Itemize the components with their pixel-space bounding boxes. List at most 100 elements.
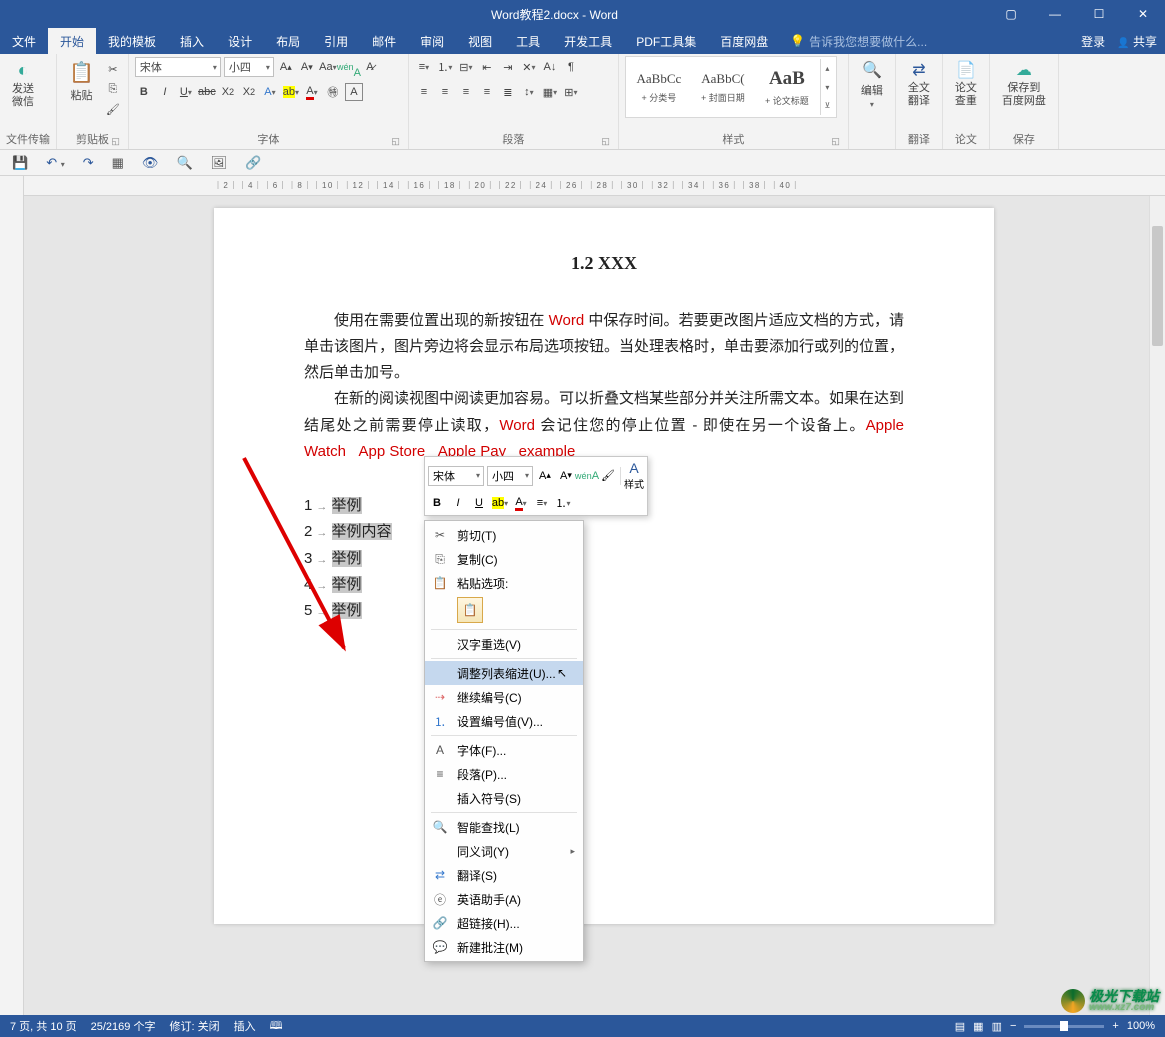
qat-table[interactable]: ▦ bbox=[112, 155, 124, 171]
clear-formatting-button[interactable]: A̷ bbox=[361, 58, 379, 76]
tab-home[interactable]: 开始 bbox=[48, 28, 96, 54]
change-case-button[interactable]: Aa▾ bbox=[319, 58, 337, 76]
ctx-insert-symbol[interactable]: 插入符号(S) bbox=[425, 786, 583, 810]
tab-references[interactable]: 引用 bbox=[312, 28, 360, 54]
ctx-hanzi-reselect[interactable]: 汉字重选(V) bbox=[425, 632, 583, 656]
text-effects-button[interactable]: A▾ bbox=[261, 83, 279, 101]
mini-font-color[interactable]: A▾ bbox=[512, 494, 530, 512]
tab-tools[interactable]: 工具 bbox=[504, 28, 552, 54]
send-to-wechat-button[interactable]: ◐ 发送 微信 bbox=[6, 56, 40, 113]
mini-underline[interactable]: U bbox=[470, 494, 488, 512]
tab-file[interactable]: 文件 bbox=[0, 28, 48, 54]
multilevel-list-button[interactable]: ⊟▾ bbox=[457, 58, 475, 76]
superscript-button[interactable]: X2 bbox=[240, 83, 258, 101]
align-center-button[interactable]: ≡ bbox=[436, 83, 454, 101]
horizontal-ruler[interactable]: ｜2｜｜4｜｜6｜｜8｜｜10｜｜12｜｜14｜｜16｜｜18｜｜20｜｜22｜… bbox=[24, 176, 1165, 196]
tab-insert[interactable]: 插入 bbox=[168, 28, 216, 54]
save-to-baidu-button[interactable]: ☁保存到 百度网盘 bbox=[996, 56, 1052, 112]
login-link[interactable]: 登录 bbox=[1081, 33, 1105, 50]
ctx-adjust-list-indent[interactable]: 调整列表缩进(U)...↖ bbox=[425, 661, 583, 685]
tab-layout[interactable]: 布局 bbox=[264, 28, 312, 54]
shading-button[interactable]: ▦▾ bbox=[541, 83, 559, 101]
qat-save[interactable]: 💾 bbox=[12, 155, 28, 171]
view-print-layout[interactable]: ▦ bbox=[973, 1020, 983, 1033]
qat-picture[interactable]: 🖼 bbox=[211, 155, 228, 171]
shrink-font-button[interactable]: A▾ bbox=[298, 58, 316, 76]
tab-my-templates[interactable]: 我的模板 bbox=[96, 28, 168, 54]
mini-font-name[interactable]: 宋体 bbox=[428, 466, 484, 486]
show-marks-button[interactable]: ¶ bbox=[562, 58, 580, 76]
decrease-indent-button[interactable]: ⇤ bbox=[478, 58, 496, 76]
justify-button[interactable]: ≡ bbox=[478, 83, 496, 101]
view-read-mode[interactable]: ▤ bbox=[955, 1020, 965, 1033]
view-web-layout[interactable]: ▥ bbox=[992, 1020, 1002, 1033]
ctx-translate[interactable]: ⇄翻译(S) bbox=[425, 863, 583, 887]
thesis-check-button[interactable]: 📄论文 查重 bbox=[949, 56, 983, 112]
underline-button[interactable]: U▾ bbox=[177, 83, 195, 101]
grow-font-button[interactable]: A▴ bbox=[277, 58, 295, 76]
font-color-button[interactable]: A▾ bbox=[303, 83, 321, 101]
strikethrough-button[interactable]: abc bbox=[198, 83, 216, 101]
styles-launcher[interactable]: ◱ bbox=[831, 136, 840, 147]
mini-numbering[interactable]: ⒈▾ bbox=[554, 494, 572, 512]
document-page[interactable]: 1.2 XXX 使用在需要位置出现的新按钮在 Word 中保存时间。若要更改图片… bbox=[214, 208, 994, 924]
status-word-count[interactable]: 25/2169 个字 bbox=[91, 1018, 156, 1034]
status-insert-mode[interactable]: 插入 bbox=[234, 1018, 256, 1034]
tab-view[interactable]: 视图 bbox=[456, 28, 504, 54]
mini-bullets[interactable]: ≡▾ bbox=[533, 494, 551, 512]
tab-pdf-tools[interactable]: PDF工具集 bbox=[624, 28, 708, 54]
ctx-set-numbering-value[interactable]: ⒈设置编号值(V)... bbox=[425, 709, 583, 733]
paste-button[interactable]: 📋 粘贴 bbox=[63, 56, 100, 107]
clipboard-launcher[interactable]: ◱ bbox=[111, 136, 120, 147]
mini-grow-font[interactable]: A▴ bbox=[536, 467, 554, 485]
qat-eye[interactable]: 👁 bbox=[142, 155, 159, 171]
tab-mailings[interactable]: 邮件 bbox=[360, 28, 408, 54]
status-language-indicator[interactable]: 🕮 bbox=[270, 1017, 283, 1036]
gallery-up[interactable]: ▴ bbox=[821, 59, 834, 78]
qat-undo[interactable]: ↶ ▾ bbox=[46, 155, 65, 171]
phonetic-guide-button[interactable]: wénA bbox=[340, 58, 358, 76]
ctx-font[interactable]: A字体(F)... bbox=[425, 738, 583, 762]
tab-baidu-netdisk[interactable]: 百度网盘 bbox=[708, 28, 780, 54]
cut-button[interactable]: ✂ bbox=[104, 60, 122, 78]
bold-button[interactable]: B bbox=[135, 83, 153, 101]
copy-button[interactable]: ⎘ bbox=[104, 80, 122, 98]
font-name-select[interactable]: 宋体 bbox=[135, 57, 221, 77]
paste-option-keep-source[interactable]: 📋 bbox=[457, 597, 483, 623]
zoom-out[interactable]: − bbox=[1010, 1020, 1016, 1032]
font-size-select[interactable]: 小四 bbox=[224, 57, 274, 77]
editing-button[interactable]: 🔍编辑▾ bbox=[855, 56, 889, 113]
font-launcher[interactable]: ◱ bbox=[391, 136, 400, 147]
enclose-char-button[interactable]: ㊕ bbox=[324, 83, 342, 101]
tab-design[interactable]: 设计 bbox=[216, 28, 264, 54]
line-spacing-button[interactable]: ↕▾ bbox=[520, 83, 538, 101]
align-left-button[interactable]: ≡ bbox=[415, 83, 433, 101]
ctx-synonyms[interactable]: 同义词(Y)▸ bbox=[425, 839, 583, 863]
align-right-button[interactable]: ≡ bbox=[457, 83, 475, 101]
subscript-button[interactable]: X2 bbox=[219, 83, 237, 101]
tab-review[interactable]: 审阅 bbox=[408, 28, 456, 54]
mini-font-size[interactable]: 小四 bbox=[487, 466, 533, 486]
format-painter-button[interactable]: 🖌 bbox=[104, 100, 122, 118]
asian-layout-button[interactable]: ✕▾ bbox=[520, 58, 538, 76]
vertical-scrollbar[interactable] bbox=[1149, 196, 1165, 1015]
full-translate-button[interactable]: ⇄全文 翻译 bbox=[902, 56, 936, 112]
maximize-button[interactable]: ☐ bbox=[1077, 0, 1121, 28]
ctx-new-comment[interactable]: 💬新建批注(M) bbox=[425, 935, 583, 959]
distributed-button[interactable]: ≣ bbox=[499, 83, 517, 101]
sort-button[interactable]: A↓ bbox=[541, 58, 559, 76]
qat-link[interactable]: 🔗 bbox=[245, 155, 261, 171]
ctx-copy[interactable]: ⎘复制(C) bbox=[425, 547, 583, 571]
styles-gallery[interactable]: AaBbCc+ 分类号 AaBbC(+ 封面日期 AaB+ 论文标题 ▴▾⊻ bbox=[625, 56, 837, 118]
scrollbar-thumb[interactable] bbox=[1152, 226, 1163, 346]
mini-highlight[interactable]: ab▾ bbox=[491, 494, 509, 512]
ctx-cut[interactable]: ✂剪切(T) bbox=[425, 523, 583, 547]
zoom-in[interactable]: + bbox=[1112, 1020, 1118, 1032]
zoom-slider[interactable] bbox=[1024, 1025, 1104, 1028]
ctx-paragraph[interactable]: ≡段落(P)... bbox=[425, 762, 583, 786]
mini-shrink-font[interactable]: A▾ bbox=[557, 467, 575, 485]
zoom-level[interactable]: 100% bbox=[1127, 1020, 1155, 1032]
mini-format-painter[interactable]: 🖌 bbox=[599, 467, 617, 485]
mini-styles[interactable]: 样式 bbox=[624, 476, 644, 491]
style-item-3[interactable]: AaB+ 论文标题 bbox=[756, 59, 818, 115]
